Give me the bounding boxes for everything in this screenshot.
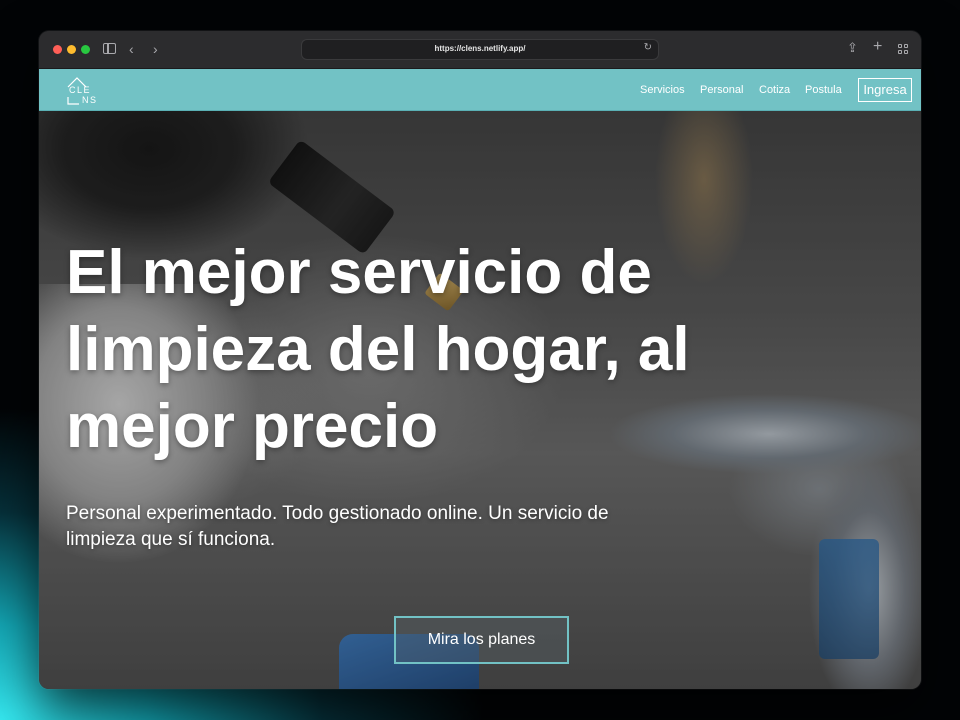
site-logo[interactable]: CLE NS (67, 75, 101, 105)
nav-link-personal[interactable]: Personal (700, 84, 743, 96)
sidebar-icon[interactable] (103, 43, 116, 54)
hero-headline: El mejor servicio de limpieza del hogar,… (66, 238, 690, 461)
url-text: https://clens.netlify.app/ (434, 44, 526, 53)
tab-overview-icon[interactable] (898, 44, 908, 54)
nav-link-postula[interactable]: Postula (805, 84, 842, 96)
nav-link-servicios[interactable]: Servicios (640, 84, 685, 96)
web-page: CLE NS Servicios Personal Cotiza Postula… (39, 69, 921, 689)
site-navbar: CLE NS Servicios Personal Cotiza Postula… (39, 69, 921, 111)
minimize-window-button[interactable] (67, 45, 76, 54)
nav-link-cotiza[interactable]: Cotiza (759, 84, 790, 96)
zoom-window-button[interactable] (81, 45, 90, 54)
logo-text-bottom: NS (82, 95, 98, 105)
reload-icon[interactable]: ↻ (644, 42, 652, 53)
address-bar[interactable]: https://clens.netlify.app/ ↻ (301, 39, 659, 60)
close-window-button[interactable] (53, 45, 62, 54)
back-icon[interactable]: ‹ (129, 40, 134, 58)
new-tab-icon[interactable]: + (873, 38, 882, 56)
view-plans-button[interactable]: Mira los planes (394, 616, 569, 664)
forward-icon[interactable]: › (153, 40, 158, 58)
browser-window: ‹ › https://clens.netlify.app/ ↻ ⇪ + CLE… (39, 31, 921, 689)
browser-toolbar: ‹ › https://clens.netlify.app/ ↻ ⇪ + (39, 31, 921, 69)
hero-subtext: Personal experimentado. Todo gestionado … (66, 503, 609, 550)
share-icon[interactable]: ⇪ (847, 39, 858, 57)
logo-text-top: CLE (69, 85, 92, 95)
login-button[interactable]: Ingresa (858, 78, 912, 102)
